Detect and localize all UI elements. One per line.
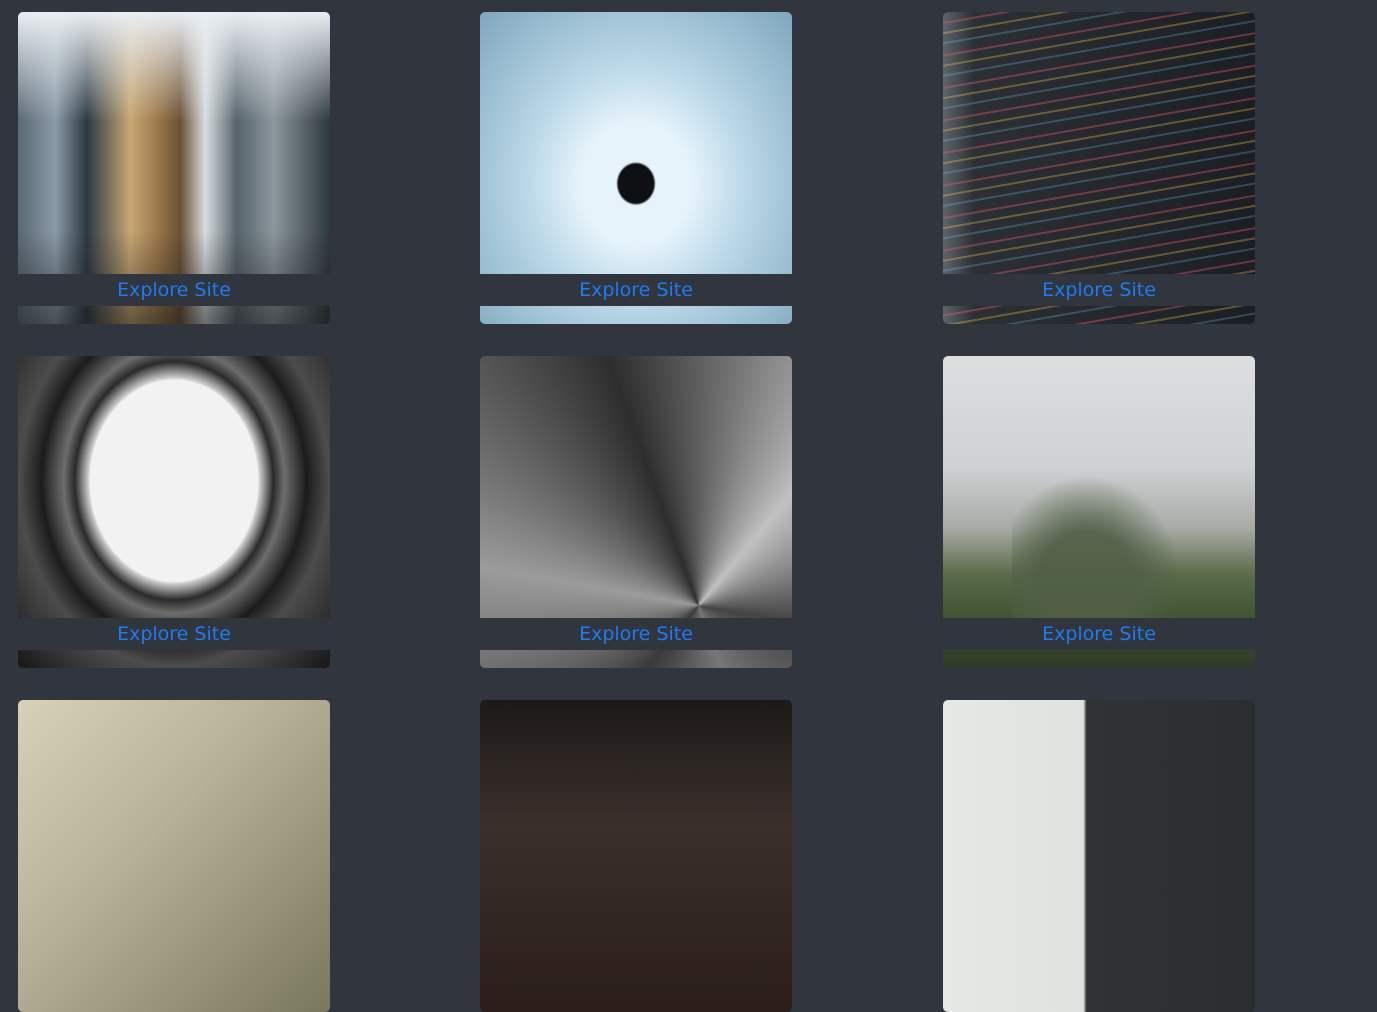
- card-link-bar: Explore Site: [18, 274, 330, 306]
- gallery-card-plant[interactable]: [943, 700, 1255, 1012]
- explore-site-link[interactable]: Explore Site: [579, 624, 693, 644]
- gallery-card-corridor[interactable]: Explore Site: [480, 12, 792, 324]
- gallery-card-mountain[interactable]: Explore Site: [943, 356, 1255, 668]
- gallery-card-code[interactable]: Explore Site: [943, 12, 1255, 324]
- card-link-bar: Explore Site: [943, 618, 1255, 650]
- gallery-card-city[interactable]: Explore Site: [18, 12, 330, 324]
- gallery-card-swirl[interactable]: Explore Site: [480, 356, 792, 668]
- card-link-bar: Explore Site: [480, 274, 792, 306]
- gallery-grid: Explore Site Explore Site Explore Site E…: [0, 0, 1377, 1012]
- card-link-bar: Explore Site: [480, 618, 792, 650]
- explore-site-link[interactable]: Explore Site: [579, 280, 693, 300]
- explore-site-link[interactable]: Explore Site: [1042, 280, 1156, 300]
- card-link-bar: Explore Site: [943, 274, 1255, 306]
- card-image: [943, 700, 1255, 1012]
- gallery-card-fog[interactable]: [18, 700, 330, 1012]
- card-image: [480, 700, 792, 1012]
- explore-site-link[interactable]: Explore Site: [117, 280, 231, 300]
- card-image: [18, 700, 330, 1012]
- card-link-bar: Explore Site: [18, 618, 330, 650]
- explore-site-link[interactable]: Explore Site: [117, 624, 231, 644]
- explore-site-link[interactable]: Explore Site: [1042, 624, 1156, 644]
- gallery-card-curve[interactable]: Explore Site: [18, 356, 330, 668]
- gallery-card-dark[interactable]: [480, 700, 792, 1012]
